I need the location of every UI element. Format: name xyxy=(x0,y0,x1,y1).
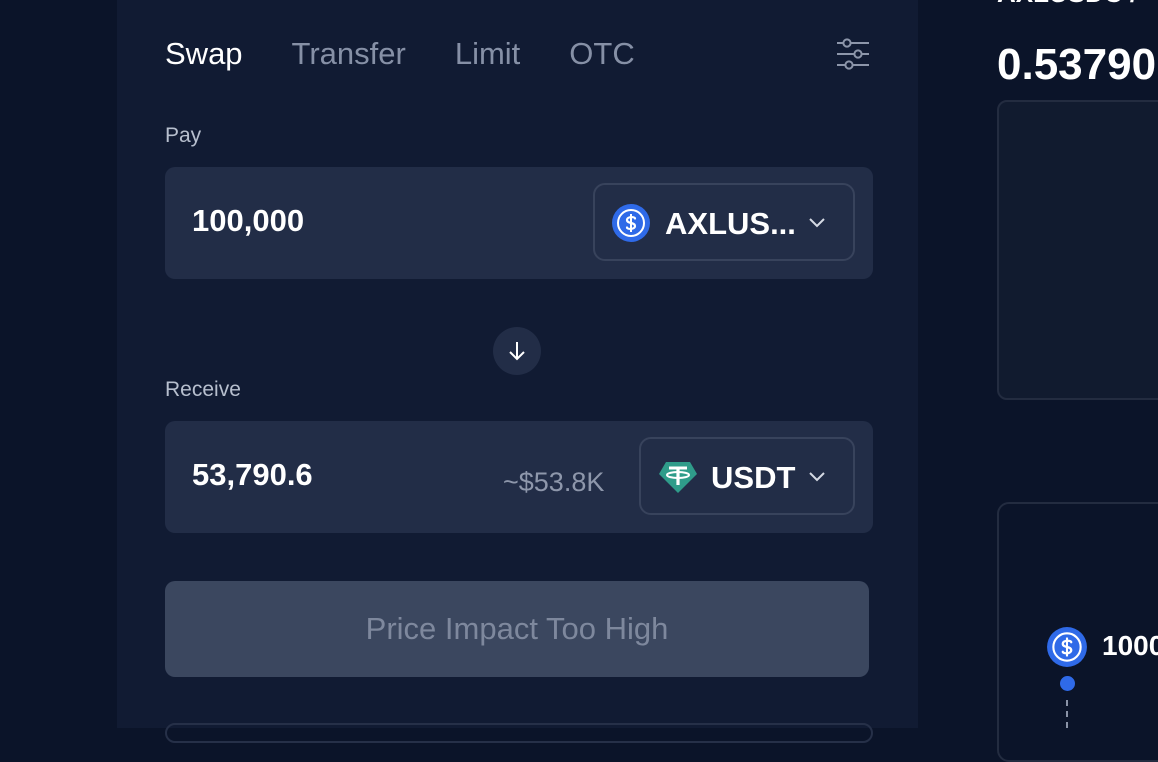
usdc-icon xyxy=(611,203,651,243)
route-connector-line xyxy=(1066,700,1068,728)
pay-card: 100,000 AXLUS... xyxy=(165,167,873,279)
pair-price: 0.53790 xyxy=(997,40,1157,89)
route-node-dot xyxy=(1060,676,1075,691)
receive-label: Receive xyxy=(165,378,241,401)
arrow-down-icon xyxy=(505,339,529,363)
details-card xyxy=(165,723,873,743)
chevron-down-icon xyxy=(808,215,826,229)
switch-direction-button[interactable] xyxy=(493,327,541,375)
pay-token-name: AXLUS... xyxy=(665,206,796,241)
price-chart-area xyxy=(997,100,1158,400)
route-amount: 1000 xyxy=(1102,630,1158,661)
pair-label: AXLUSDC / xyxy=(997,0,1137,9)
receive-amount: 53,790.6 xyxy=(192,457,313,492)
swap-action-button[interactable]: Price Impact Too High xyxy=(165,581,869,677)
chevron-down-icon xyxy=(808,469,826,483)
tab-transfer[interactable]: Transfer xyxy=(292,34,406,74)
pay-amount-input[interactable]: 100,000 xyxy=(192,203,304,239)
pay-token-selector[interactable]: AXLUS... xyxy=(593,183,855,261)
pay-label: Pay xyxy=(165,124,202,147)
receive-usd-value: ~$53.8K xyxy=(503,467,605,497)
receive-token-name: USDT xyxy=(711,460,796,495)
receive-card: 53,790.6 ~$53.8K USDT xyxy=(165,421,873,533)
sliders-icon[interactable] xyxy=(834,36,872,72)
tab-limit[interactable]: Limit xyxy=(455,34,520,74)
tether-icon xyxy=(657,457,699,497)
receive-token-selector[interactable]: USDT xyxy=(639,437,855,515)
usdc-icon xyxy=(1046,626,1088,668)
tab-swap[interactable]: Swap xyxy=(165,34,243,74)
swap-tabs: Swap Transfer Limit OTC xyxy=(165,34,684,74)
tab-otc[interactable]: OTC xyxy=(569,34,634,74)
